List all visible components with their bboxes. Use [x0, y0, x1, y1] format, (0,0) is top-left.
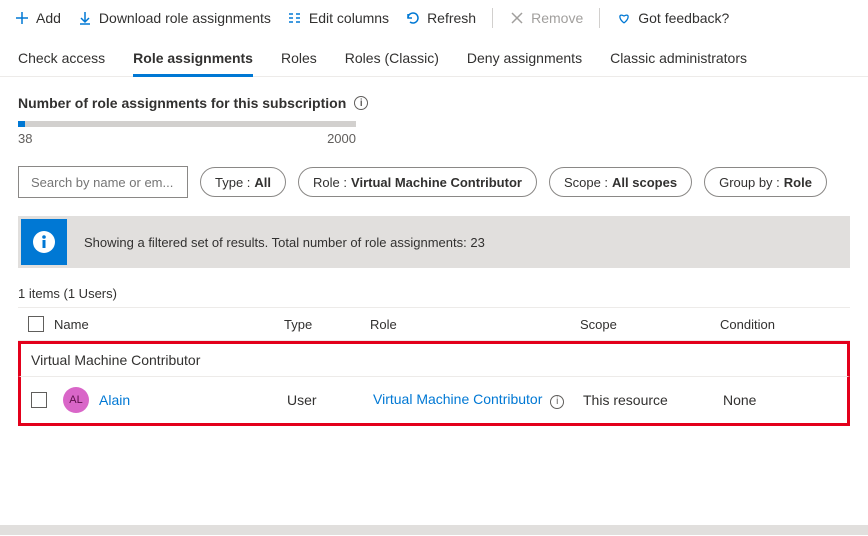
- col-role[interactable]: Role: [370, 317, 580, 332]
- refresh-button[interactable]: Refresh: [405, 10, 476, 26]
- tab-role-assignments[interactable]: Role assignments: [133, 44, 253, 76]
- tab-roles[interactable]: Roles: [281, 44, 317, 76]
- edit-columns-button[interactable]: Edit columns: [287, 10, 389, 26]
- quota-current: 38: [18, 131, 32, 146]
- toolbar-divider-2: [599, 8, 600, 28]
- table-row: AL Alain User Virtual Machine Contributo…: [18, 376, 850, 426]
- search-input[interactable]: [29, 174, 177, 191]
- search-input-wrapper[interactable]: [18, 166, 188, 198]
- filter-scope[interactable]: Scope : All scopes: [549, 167, 692, 197]
- result-count: 1 items (1 Users): [0, 268, 868, 307]
- download-icon: [77, 10, 93, 26]
- tab-roles-classic[interactable]: Roles (Classic): [345, 44, 439, 76]
- user-name-link[interactable]: Alain: [99, 392, 130, 408]
- info-bar: Showing a filtered set of results. Total…: [18, 216, 850, 268]
- download-label: Download role assignments: [99, 10, 271, 26]
- tab-deny-assignments[interactable]: Deny assignments: [467, 44, 582, 76]
- toolbar-divider: [492, 8, 493, 28]
- assignments-table: Name Type Role Scope Condition Virtual M…: [18, 307, 850, 426]
- filter-role[interactable]: Role : Virtual Machine Contributor: [298, 167, 537, 197]
- col-condition[interactable]: Condition: [720, 317, 850, 332]
- tab-bar: Check access Role assignments Roles Role…: [0, 38, 868, 77]
- remove-button: Remove: [509, 10, 583, 26]
- info-icon[interactable]: i: [354, 96, 368, 110]
- tab-classic-admins[interactable]: Classic administrators: [610, 44, 747, 76]
- info-bar-icon: [21, 219, 67, 265]
- quota-title: Number of role assignments for this subs…: [18, 95, 850, 111]
- edit-columns-label: Edit columns: [309, 10, 389, 26]
- feedback-button[interactable]: Got feedback?: [616, 10, 729, 26]
- remove-icon: [509, 10, 525, 26]
- row-checkbox[interactable]: [31, 392, 47, 408]
- refresh-label: Refresh: [427, 10, 476, 26]
- columns-icon: [287, 10, 303, 26]
- group-header: Virtual Machine Contributor: [18, 341, 850, 376]
- filter-groupby[interactable]: Group by : Role: [704, 167, 827, 197]
- info-bar-message: Showing a filtered set of results. Total…: [70, 235, 499, 250]
- feedback-label: Got feedback?: [638, 10, 729, 26]
- quota-title-text: Number of role assignments for this subs…: [18, 95, 346, 111]
- bottom-scrollbar-area: [0, 525, 868, 535]
- row-scope: This resource: [583, 392, 723, 408]
- tab-check-access[interactable]: Check access: [18, 44, 105, 76]
- plus-icon: [14, 10, 30, 26]
- heart-icon: [616, 10, 632, 26]
- row-condition: None: [723, 392, 847, 408]
- role-info-icon[interactable]: i: [550, 395, 564, 409]
- row-role-link[interactable]: Virtual Machine Contributor: [373, 391, 542, 407]
- table-header: Name Type Role Scope Condition: [18, 307, 850, 341]
- col-type[interactable]: Type: [284, 317, 370, 332]
- remove-label: Remove: [531, 10, 583, 26]
- col-scope[interactable]: Scope: [580, 317, 720, 332]
- row-type: User: [287, 392, 373, 408]
- refresh-icon: [405, 10, 421, 26]
- select-all-checkbox[interactable]: [28, 316, 44, 332]
- download-button[interactable]: Download role assignments: [77, 10, 271, 26]
- quota-max: 2000: [327, 131, 356, 146]
- command-bar: Add Download role assignments Edit colum…: [0, 0, 868, 38]
- filter-type[interactable]: Type : All: [200, 167, 286, 197]
- add-label: Add: [36, 10, 61, 26]
- col-name[interactable]: Name: [54, 317, 284, 332]
- add-button[interactable]: Add: [14, 10, 61, 26]
- avatar: AL: [63, 387, 89, 413]
- quota-bar: [18, 121, 356, 127]
